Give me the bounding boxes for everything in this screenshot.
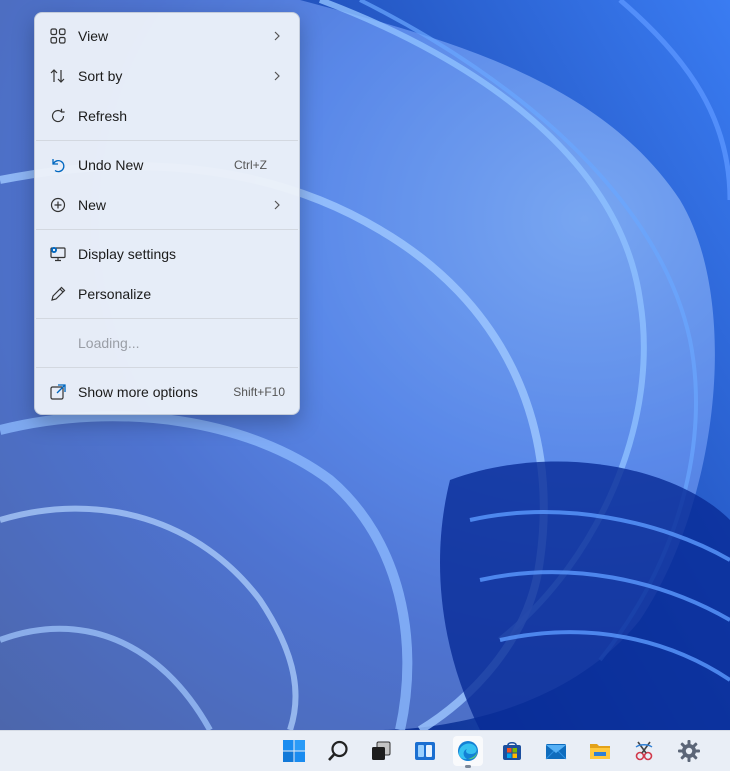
menu-item-show-more-options[interactable]: Show more options Shift+F10 (39, 374, 295, 410)
menu-item-shortcut: Ctrl+Z (234, 158, 267, 172)
taskbar-file-explorer-button[interactable] (585, 736, 615, 766)
taskbar (0, 730, 730, 771)
menu-item-personalize[interactable]: Personalize (39, 276, 295, 312)
menu-item-label: Display settings (78, 246, 177, 262)
search-icon (328, 740, 348, 761)
sort-arrows-icon (50, 69, 65, 83)
desktop-context-menu: View Sort by Refresh Undo New Ctrl+Z New (34, 12, 300, 415)
taskbar-snipping-tool-button[interactable] (629, 736, 659, 766)
menu-item-label: Refresh (78, 108, 128, 124)
taskbar-store-button[interactable] (497, 736, 527, 766)
file-explorer-icon (590, 744, 610, 759)
taskbar-mail-button[interactable] (541, 736, 571, 766)
menu-item-undo-new[interactable]: Undo New Ctrl+Z (39, 147, 295, 183)
menu-separator (36, 140, 298, 141)
menu-item-label: Sort by (78, 68, 123, 84)
refresh-icon (51, 108, 65, 123)
menu-item-loading: Loading... (39, 325, 295, 361)
taskbar-search-button[interactable] (323, 736, 353, 766)
menu-separator (36, 318, 298, 319)
snipping-tool-icon (635, 741, 653, 761)
menu-item-label: View (78, 28, 109, 44)
taskbar-start-button[interactable] (279, 736, 309, 766)
menu-item-sort-by[interactable]: Sort by (39, 58, 295, 94)
chevron-right-icon (274, 31, 280, 41)
expand-icon (50, 384, 66, 400)
settings-icon (678, 740, 700, 762)
active-indicator (465, 765, 471, 768)
mail-icon (545, 744, 567, 760)
chevron-right-icon (274, 200, 280, 210)
menu-item-shortcut: Shift+F10 (233, 385, 285, 399)
menu-item-refresh[interactable]: Refresh (39, 98, 295, 134)
menu-item-view[interactable]: View (39, 18, 295, 54)
chevron-right-icon (274, 71, 280, 81)
pen-icon (51, 286, 66, 301)
view-grid-icon (50, 28, 66, 44)
menu-separator (36, 367, 298, 368)
taskbar-settings-button[interactable] (674, 736, 704, 766)
plus-circle-icon (50, 197, 66, 213)
start-icon (283, 740, 305, 762)
menu-item-label: New (78, 197, 107, 213)
task-view-icon (372, 741, 391, 760)
menu-separator (36, 229, 298, 230)
display-settings-icon (50, 247, 66, 262)
edge-icon (458, 741, 478, 761)
undo-icon (52, 159, 65, 173)
taskbar-widgets-button[interactable] (410, 736, 440, 766)
widgets-icon (415, 742, 435, 760)
menu-item-display-settings[interactable]: Display settings (39, 236, 295, 272)
store-icon (503, 741, 521, 760)
taskbar-edge-button[interactable] (453, 736, 483, 768)
menu-item-label: Undo New (78, 157, 144, 173)
menu-item-label: Personalize (78, 286, 152, 302)
menu-item-label: Show more options (78, 384, 198, 400)
menu-item-new[interactable]: New (39, 187, 295, 223)
menu-item-label: Loading... (78, 335, 140, 351)
taskbar-task-view-button[interactable] (366, 736, 396, 766)
